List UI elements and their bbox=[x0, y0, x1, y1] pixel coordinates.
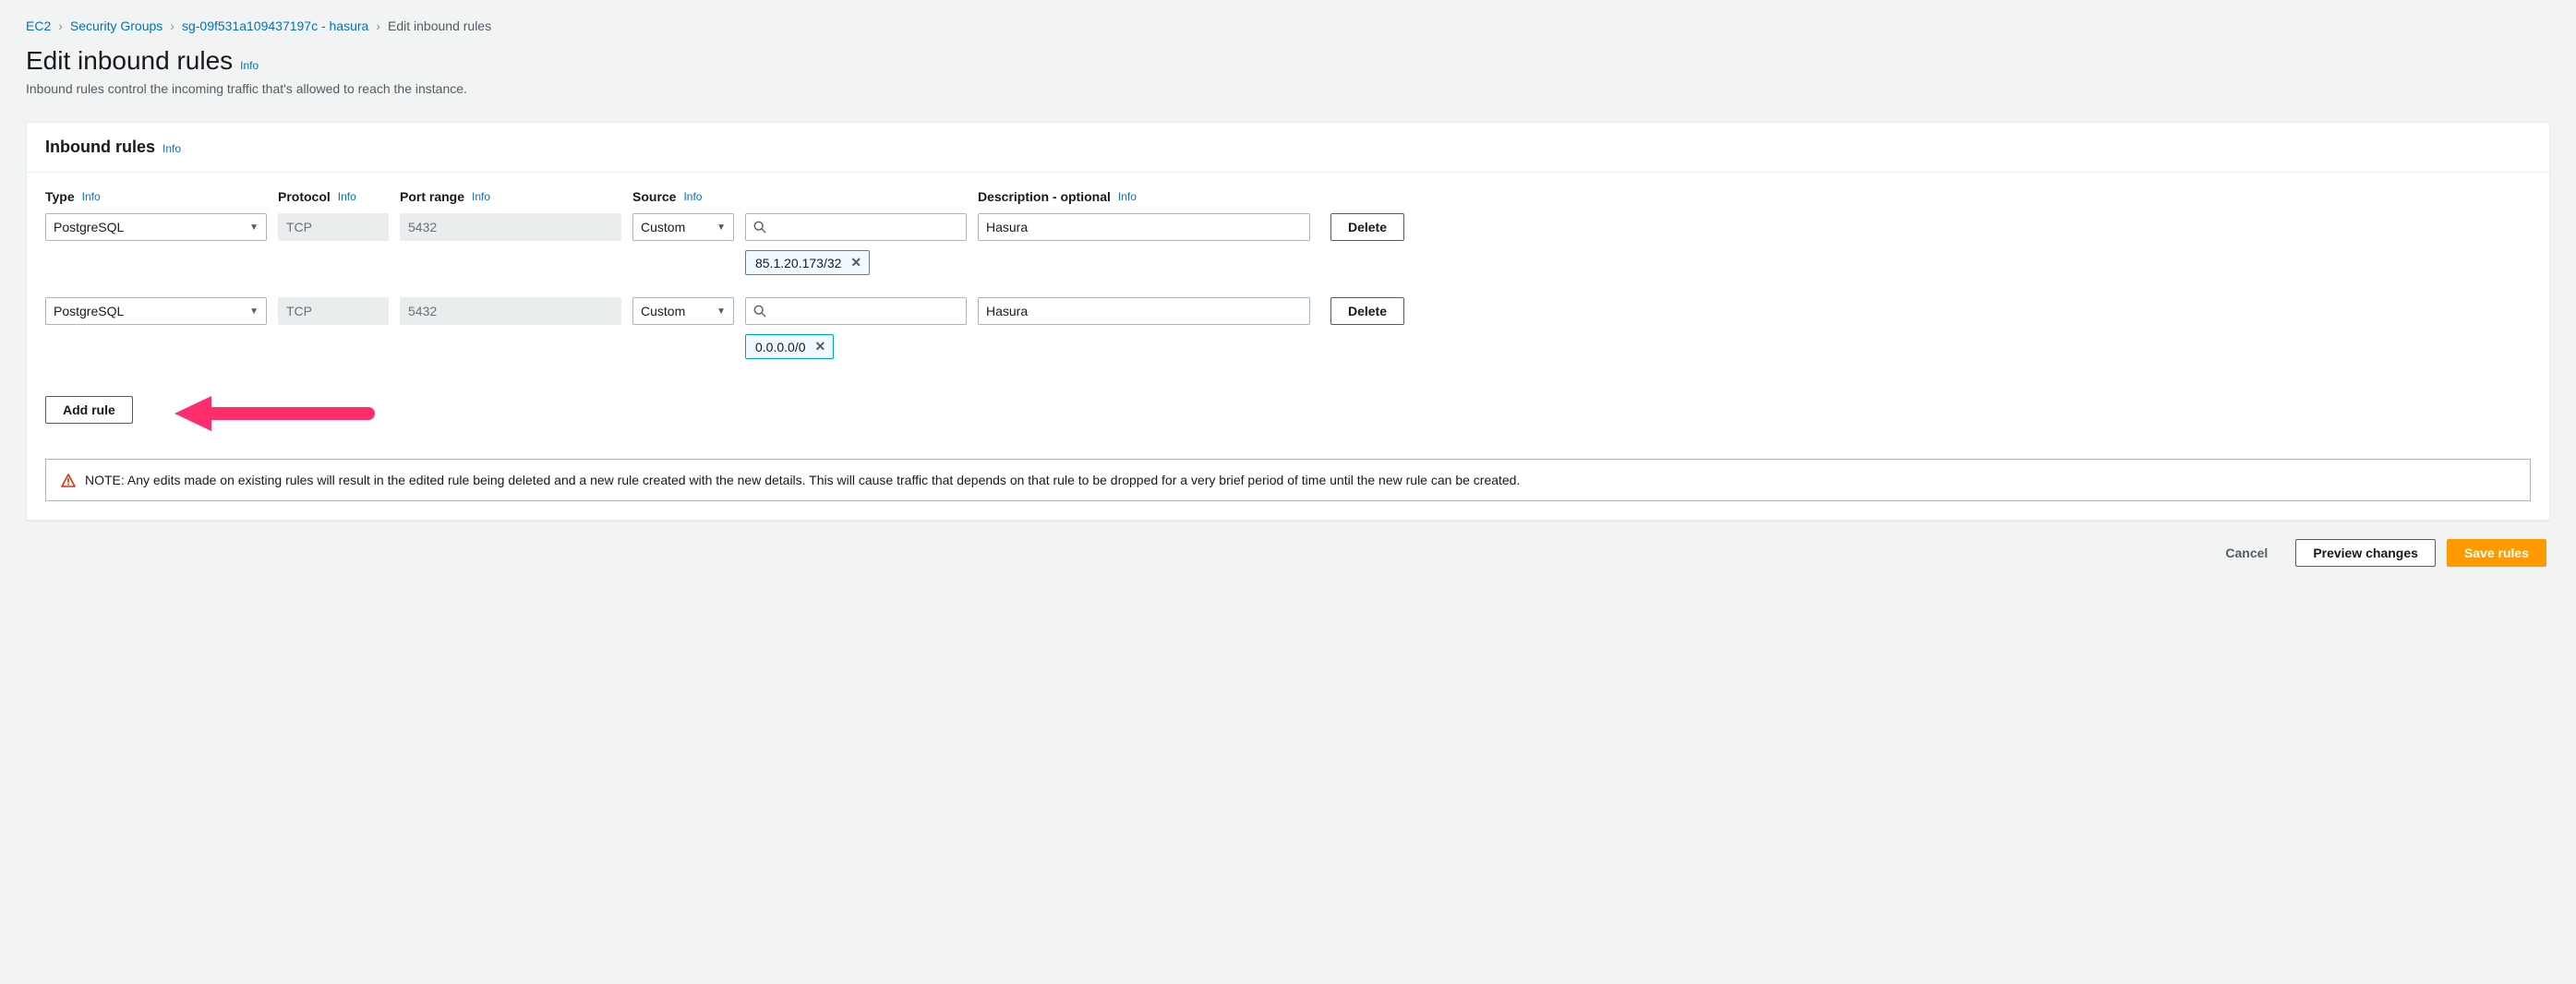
protocol-field: TCP bbox=[278, 297, 389, 325]
inbound-rules-panel: Inbound rules Info Type Info Protocol In… bbox=[26, 122, 2550, 521]
note-text: NOTE: Any edits made on existing rules w… bbox=[85, 473, 1520, 487]
remove-token-icon[interactable]: ✕ bbox=[850, 255, 861, 270]
col-source-info[interactable]: Info bbox=[683, 190, 702, 203]
source-cidr-token-text: 85.1.20.173/32 bbox=[755, 256, 841, 270]
col-description: Description - optional Info bbox=[978, 189, 1310, 204]
warning-icon bbox=[61, 474, 76, 488]
type-select[interactable]: PostgreSQL ▼ bbox=[45, 213, 267, 241]
chevron-down-icon: ▼ bbox=[716, 306, 726, 317]
source-search-input[interactable] bbox=[745, 297, 967, 325]
chevron-right-icon: › bbox=[376, 18, 380, 33]
col-type: Type Info bbox=[45, 189, 267, 204]
col-protocol-label: Protocol bbox=[278, 189, 331, 204]
arrow-annotation-icon bbox=[175, 390, 378, 437]
source-cidr-token-text: 0.0.0.0/0 bbox=[755, 340, 806, 354]
source-mode-select[interactable]: Custom ▼ bbox=[632, 297, 734, 325]
preview-changes-button[interactable]: Preview changes bbox=[2295, 539, 2436, 567]
breadcrumb: EC2 › Security Groups › sg-09f531a109437… bbox=[26, 18, 2550, 33]
rules-table: Type Info Protocol Info Port range Info … bbox=[45, 180, 2531, 368]
chevron-right-icon: › bbox=[170, 18, 175, 33]
save-rules-button[interactable]: Save rules bbox=[2447, 539, 2546, 567]
description-input[interactable] bbox=[978, 213, 1310, 241]
breadcrumb-current: Edit inbound rules bbox=[388, 18, 491, 33]
page-title: Edit inbound rules Info bbox=[26, 46, 2550, 76]
source-mode-select[interactable]: Custom ▼ bbox=[632, 213, 734, 241]
delete-rule-button[interactable]: Delete bbox=[1330, 213, 1404, 241]
breadcrumb-security-groups[interactable]: Security Groups bbox=[70, 18, 163, 33]
col-port-range-label: Port range bbox=[400, 189, 464, 204]
col-type-label: Type bbox=[45, 189, 75, 204]
breadcrumb-ec2[interactable]: EC2 bbox=[26, 18, 51, 33]
chevron-right-icon: › bbox=[58, 18, 63, 33]
page-title-info-link[interactable]: Info bbox=[240, 59, 259, 72]
port-range-field: 5432 bbox=[400, 297, 621, 325]
page-title-text: Edit inbound rules bbox=[26, 46, 233, 76]
panel-title: Inbound rules bbox=[45, 138, 155, 157]
col-type-info[interactable]: Info bbox=[82, 190, 101, 203]
chevron-down-icon: ▼ bbox=[249, 306, 259, 317]
source-mode-value: Custom bbox=[641, 304, 685, 318]
port-range-field: 5432 bbox=[400, 213, 621, 241]
chevron-down-icon: ▼ bbox=[716, 222, 726, 233]
delete-rule-button[interactable]: Delete bbox=[1330, 297, 1404, 325]
protocol-field: TCP bbox=[278, 213, 389, 241]
type-select[interactable]: PostgreSQL ▼ bbox=[45, 297, 267, 325]
type-select-value: PostgreSQL bbox=[54, 220, 124, 234]
remove-token-icon[interactable]: ✕ bbox=[815, 339, 826, 354]
source-search-input[interactable] bbox=[745, 213, 967, 241]
search-icon bbox=[753, 221, 766, 234]
description-input[interactable] bbox=[978, 297, 1310, 325]
footer-actions: Cancel Preview changes Save rules bbox=[26, 521, 2550, 570]
table-row: PostgreSQL ▼ TCP 5432 Custom ▼ bbox=[45, 284, 2531, 368]
add-rule-button[interactable]: Add rule bbox=[45, 396, 133, 424]
col-description-label: Description - optional bbox=[978, 189, 1111, 204]
table-header: Type Info Protocol Info Port range Info … bbox=[45, 180, 2531, 210]
source-cidr-token: 85.1.20.173/32 ✕ bbox=[745, 250, 870, 275]
source-cidr-token: 0.0.0.0/0 ✕ bbox=[745, 334, 834, 359]
col-port-range-info[interactable]: Info bbox=[472, 190, 490, 203]
page-subtitle: Inbound rules control the incoming traff… bbox=[26, 81, 2550, 96]
col-source-label: Source bbox=[632, 189, 676, 204]
breadcrumb-sg-item[interactable]: sg-09f531a109437197c - hasura bbox=[182, 18, 368, 33]
cancel-button[interactable]: Cancel bbox=[2209, 539, 2284, 567]
source-mode-value: Custom bbox=[641, 220, 685, 234]
col-protocol-info[interactable]: Info bbox=[338, 190, 356, 203]
search-icon bbox=[753, 305, 766, 318]
note-box: NOTE: Any edits made on existing rules w… bbox=[45, 459, 2531, 501]
chevron-down-icon: ▼ bbox=[249, 222, 259, 233]
table-row: PostgreSQL ▼ TCP 5432 Custom ▼ bbox=[45, 210, 2531, 284]
col-port-range: Port range Info bbox=[400, 189, 621, 204]
panel-title-info-link[interactable]: Info bbox=[163, 142, 181, 155]
col-source: Source Info bbox=[632, 189, 967, 204]
type-select-value: PostgreSQL bbox=[54, 304, 124, 318]
col-description-info[interactable]: Info bbox=[1118, 190, 1137, 203]
col-protocol: Protocol Info bbox=[278, 189, 389, 204]
